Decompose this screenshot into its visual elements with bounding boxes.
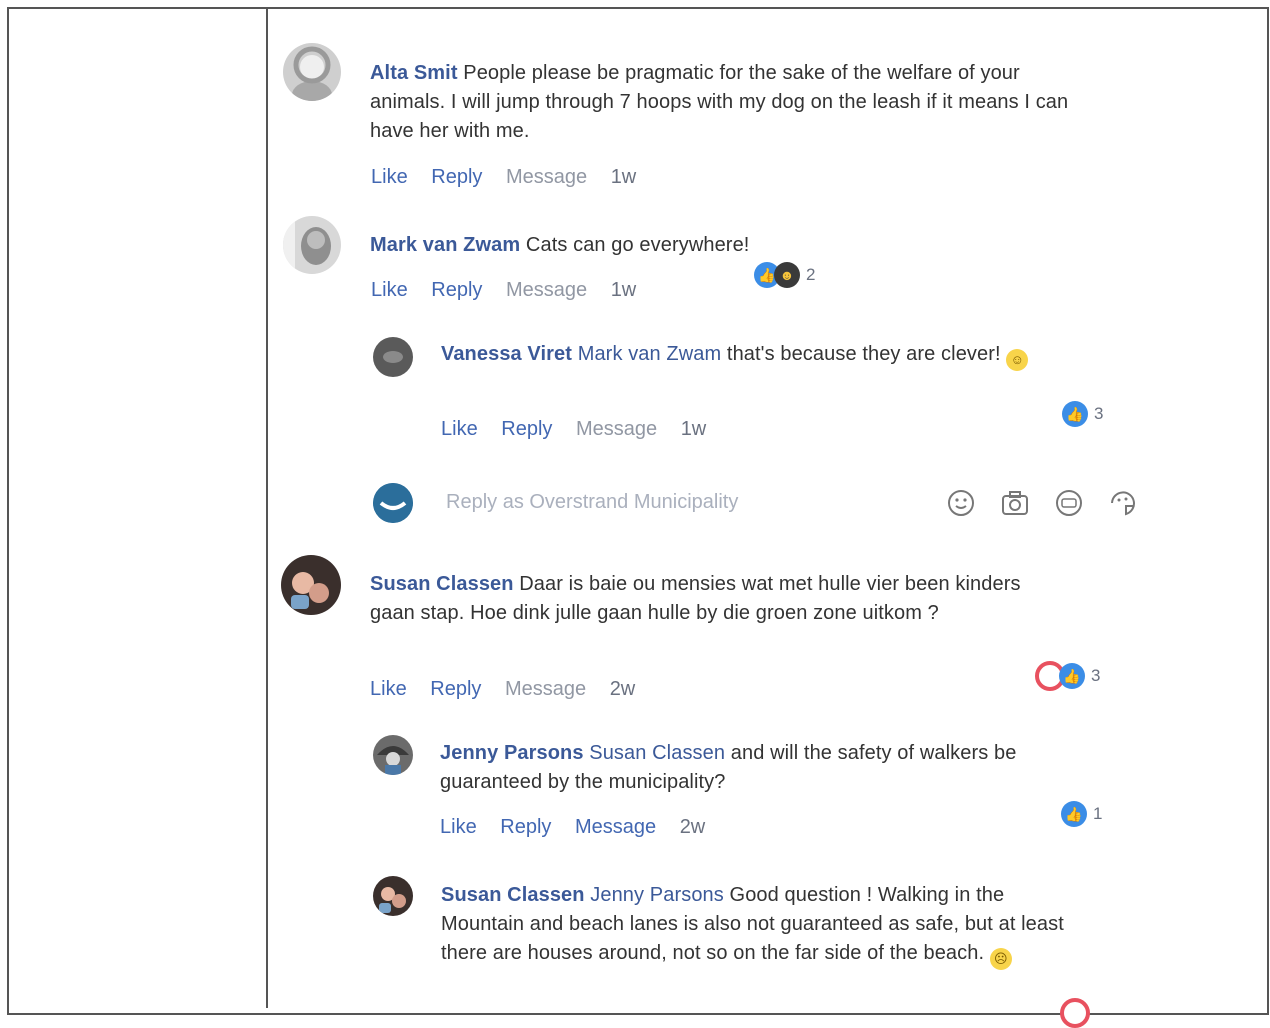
timestamp[interactable]: 2w [680, 816, 706, 838]
avatar[interactable] [283, 216, 341, 274]
reaction-count: 1 [1093, 804, 1103, 823]
mention-link[interactable]: Jenny Parsons [590, 884, 724, 906]
comment-body: that's because they are clever! [726, 343, 1001, 365]
avatar[interactable] [373, 735, 413, 775]
commenter-name[interactable]: Mark van Zwam [370, 234, 520, 256]
timestamp[interactable]: 1w [681, 418, 707, 440]
commenter-name[interactable]: Jenny Parsons [440, 742, 584, 764]
reply-link[interactable]: Reply [430, 678, 481, 700]
message-link[interactable]: Message [506, 279, 587, 301]
reply-link[interactable]: Reply [431, 166, 482, 188]
commenter-name[interactable]: Susan Classen [441, 884, 585, 906]
avatar[interactable] [281, 555, 341, 615]
like-link[interactable]: Like [370, 678, 407, 700]
comment-text: Susan Classen Daar is baie ou mensies wa… [370, 570, 1070, 628]
message-link[interactable]: Message [575, 816, 656, 838]
avatar[interactable] [373, 876, 413, 916]
message-link[interactable]: Message [505, 678, 586, 700]
comment-text: Mark van Zwam Cats can go everywhere! [370, 231, 1100, 260]
reaction-summary[interactable]: 👍 3 [1035, 661, 1100, 691]
column-divider [266, 7, 268, 1008]
mention-link[interactable]: Mark van Zwam [578, 343, 722, 365]
comment-actions: Like Reply Message 2w [370, 678, 653, 701]
comment-actions: Like Reply Message 1w [371, 279, 654, 302]
timestamp[interactable]: 2w [610, 678, 636, 700]
smiling-emoji-icon: ☺ [1006, 349, 1029, 371]
commenter-name[interactable]: Alta Smit [370, 62, 458, 84]
comment-actions: Like Reply Message 1w [441, 418, 724, 441]
love-reaction-icon [1060, 998, 1090, 1028]
comment-actions: Like Reply Message 2w [440, 816, 723, 839]
reaction-count: 2 [806, 265, 816, 284]
comment-actions: Like Reply Message 1w [371, 166, 654, 189]
reply-text: Vanessa Viret Mark van Zwam that's becau… [441, 340, 1041, 371]
like-link[interactable]: Like [440, 816, 477, 838]
sticker-icon[interactable] [1107, 487, 1139, 519]
like-reaction-icon: 👍 [1059, 663, 1085, 689]
timestamp[interactable]: 1w [611, 279, 637, 301]
gif-icon[interactable] [1053, 487, 1085, 519]
commenter-name[interactable]: Vanessa Viret [441, 343, 572, 365]
comment-body: Cats can go everywhere! [525, 234, 750, 256]
reaction-summary[interactable] [1060, 998, 1090, 1028]
reaction-summary[interactable]: 👍 ☻ 2 [754, 262, 815, 288]
reply-text: Susan Classen Jenny Parsons Good questio… [441, 881, 1091, 970]
sad-emoji-icon: ☹ [989, 948, 1012, 970]
like-link[interactable]: Like [371, 166, 408, 188]
timestamp[interactable]: 1w [611, 166, 637, 188]
message-link[interactable]: Message [576, 418, 657, 440]
like-reaction-icon: 👍 [1062, 401, 1088, 427]
reply-link[interactable]: Reply [501, 418, 552, 440]
like-link[interactable]: Like [441, 418, 478, 440]
reply-link[interactable]: Reply [500, 816, 551, 838]
commenter-name[interactable]: Susan Classen [370, 573, 514, 595]
comment-body: People please be pragmatic for the sake … [370, 62, 1069, 142]
camera-icon[interactable] [999, 487, 1031, 519]
reply-text: Jenny Parsons Susan Classen and will the… [440, 739, 1100, 797]
like-reaction-icon: 👍 [1061, 801, 1087, 827]
like-link[interactable]: Like [371, 279, 408, 301]
reaction-summary[interactable]: 👍 1 [1061, 801, 1102, 827]
reaction-summary[interactable]: 👍 3 [1062, 401, 1103, 427]
mention-link[interactable]: Susan Classen [589, 742, 725, 764]
haha-reaction-icon: ☻ [774, 262, 800, 288]
reply-input[interactable]: Reply as Overstrand Municipality [446, 491, 738, 514]
comment-text: Alta Smit People please be pragmatic for… [370, 59, 1100, 146]
message-link[interactable]: Message [506, 166, 587, 188]
page-avatar [373, 483, 413, 523]
reply-tools [945, 487, 1139, 519]
avatar[interactable] [373, 337, 413, 377]
reaction-count: 3 [1094, 404, 1104, 423]
reaction-count: 3 [1091, 666, 1101, 685]
avatar[interactable] [283, 43, 341, 101]
reply-link[interactable]: Reply [431, 279, 482, 301]
smiley-icon[interactable] [945, 487, 977, 519]
